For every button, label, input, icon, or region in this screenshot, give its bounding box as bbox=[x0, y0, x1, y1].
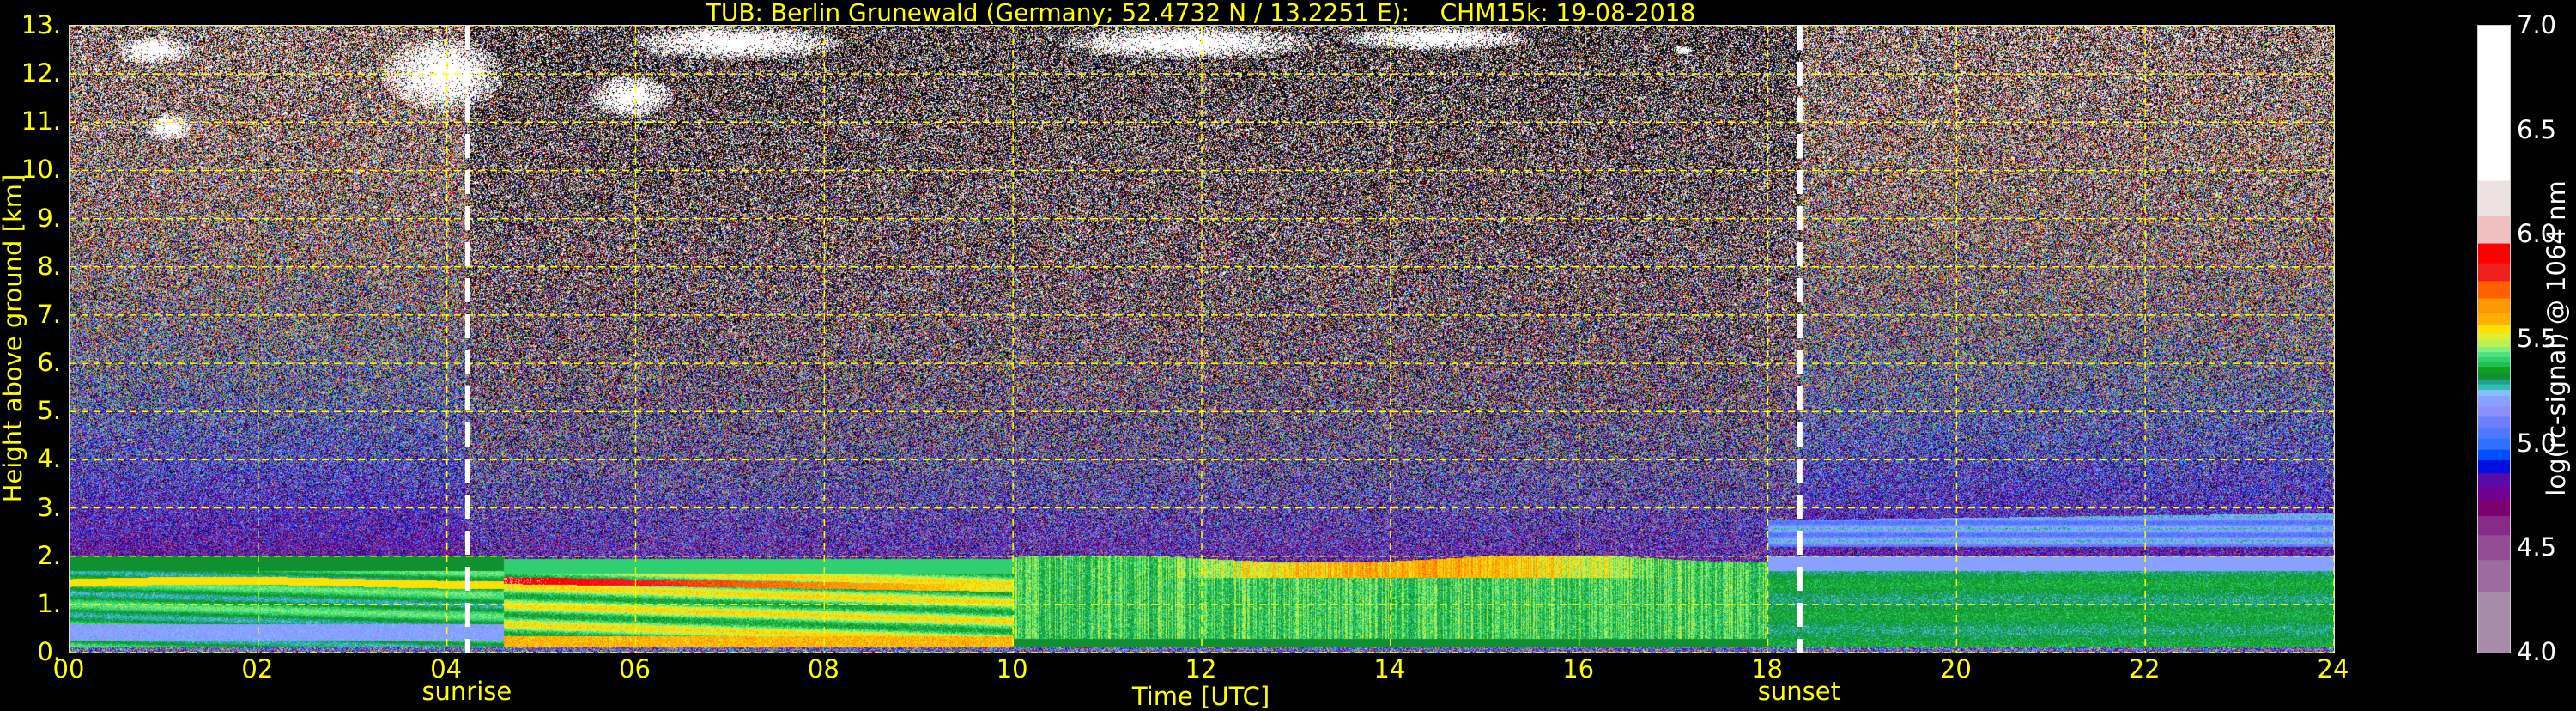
y-tick-label: 9. bbox=[37, 203, 61, 233]
sunrise-label: sunrise bbox=[421, 677, 512, 706]
y-tick-label: 1. bbox=[37, 588, 61, 618]
colorbar-tick-label: 4.5 bbox=[2517, 532, 2557, 562]
colorbar-bin bbox=[2478, 26, 2510, 181]
colorbar-bin bbox=[2478, 351, 2510, 357]
colorbar-bin bbox=[2478, 427, 2510, 439]
colorbar-bin bbox=[2478, 459, 2510, 474]
colorbar-bin bbox=[2478, 216, 2510, 244]
colorbar-label: log(rc-signal) @ 1064 nm bbox=[2542, 180, 2571, 496]
colorbar-bin bbox=[2478, 280, 2510, 299]
colorbar-bin bbox=[2478, 405, 2510, 417]
colorbar-bin bbox=[2478, 313, 2510, 325]
y-axis-label: Height above ground [km] bbox=[0, 173, 27, 503]
colorbar-bin bbox=[2478, 362, 2510, 368]
plot-area bbox=[69, 25, 2335, 653]
x-tick-label: 14 bbox=[1373, 654, 1406, 684]
y-tick-label: 2. bbox=[37, 540, 61, 570]
y-tick-label: 3. bbox=[37, 492, 61, 522]
colorbar-bin bbox=[2478, 389, 2510, 397]
x-tick-label: 22 bbox=[2128, 654, 2161, 684]
colorbar-bin bbox=[2478, 324, 2510, 334]
y-tick-label: 6. bbox=[37, 348, 61, 378]
colorbar-bin bbox=[2478, 346, 2510, 353]
colorbar-bin bbox=[2478, 263, 2510, 282]
colorbar-bin bbox=[2478, 416, 2510, 428]
colorbar-bin bbox=[2478, 366, 2510, 374]
y-tick-label: 7. bbox=[37, 299, 61, 329]
x-tick-label: 20 bbox=[1939, 654, 1972, 684]
chart-title: TUB: Berlin Grunewald (Germany; 52.4732 … bbox=[706, 0, 1696, 27]
colorbar-bin bbox=[2478, 243, 2510, 264]
x-tick-label: 08 bbox=[807, 654, 839, 684]
colorbar-bin bbox=[2478, 486, 2510, 501]
colorbar-bin bbox=[2478, 339, 2510, 348]
y-tick-label: 5. bbox=[37, 396, 61, 426]
x-tick-label: 10 bbox=[996, 654, 1028, 684]
colorbar-bin bbox=[2478, 592, 2510, 653]
y-tick-label: 13. bbox=[21, 10, 61, 40]
colorbar-bin bbox=[2478, 395, 2510, 407]
y-tick-label: 4. bbox=[37, 444, 61, 474]
x-tick-label: 16 bbox=[1562, 654, 1595, 684]
colorbar-bin bbox=[2478, 379, 2510, 385]
colorbar-bin bbox=[2478, 559, 2510, 592]
colorbar-bin bbox=[2478, 515, 2510, 536]
colorbar-bin bbox=[2478, 372, 2510, 380]
colorbar-tick-label: 6.5 bbox=[2517, 114, 2557, 144]
x-tick-label: 06 bbox=[619, 654, 651, 684]
colorbar-bin bbox=[2478, 499, 2510, 517]
colorbar-tick-label: 4.0 bbox=[2517, 637, 2557, 666]
y-tick-label: 11. bbox=[21, 106, 61, 137]
grid-overlay bbox=[70, 26, 2334, 653]
colorbar-tick-label: 7.0 bbox=[2517, 10, 2557, 40]
colorbar-bin bbox=[2478, 449, 2510, 460]
colorbar-bin bbox=[2478, 332, 2510, 340]
colorbar-bin bbox=[2478, 180, 2510, 216]
colorbar bbox=[2477, 25, 2511, 653]
colorbar-bin bbox=[2478, 472, 2510, 488]
y-tick-label: 8. bbox=[37, 251, 61, 281]
colorbar-bin bbox=[2478, 384, 2510, 390]
colorbar-bin bbox=[2478, 534, 2510, 561]
colorbar-bin bbox=[2478, 298, 2510, 314]
colorbar-bin bbox=[2478, 438, 2510, 450]
colorbar-bin bbox=[2478, 356, 2510, 363]
sunset-label: sunset bbox=[1757, 677, 1840, 706]
x-axis-label: Time [UTC] bbox=[1131, 682, 1270, 711]
x-tick-label: 00 bbox=[52, 654, 85, 684]
y-tick-label: 12. bbox=[21, 58, 61, 88]
x-tick-label: 24 bbox=[2317, 654, 2349, 684]
x-tick-label: 02 bbox=[241, 654, 274, 684]
x-tick-label: 12 bbox=[1185, 654, 1217, 684]
